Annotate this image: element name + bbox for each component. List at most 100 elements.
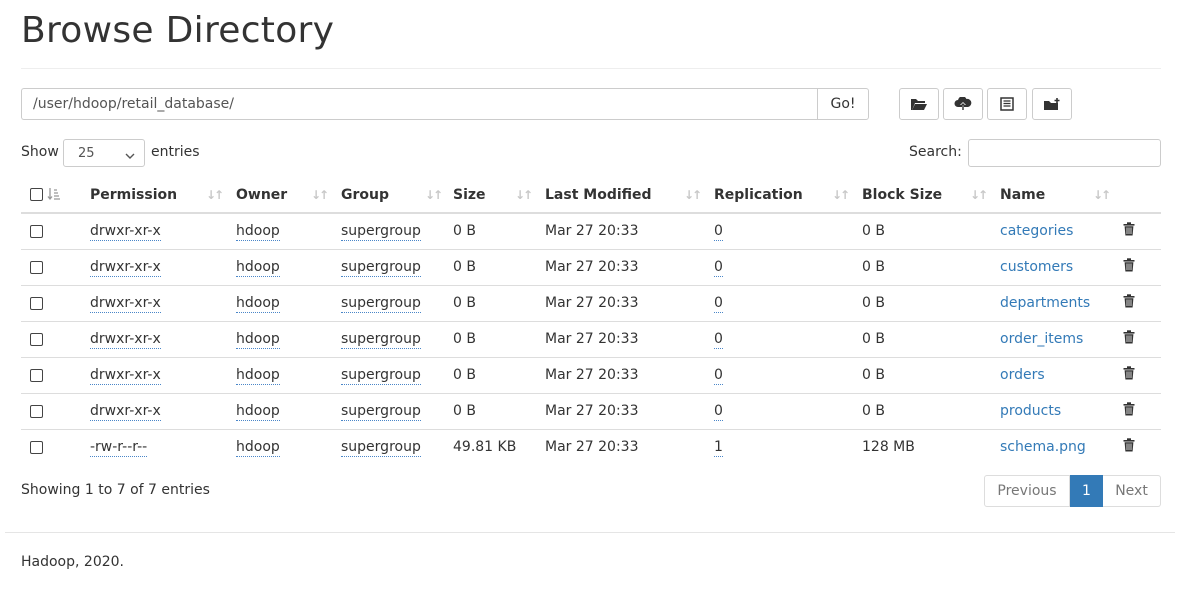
replication-value[interactable]: 0 [714,367,723,385]
group-value[interactable]: supergroup [341,439,421,458]
folder-open-icon [910,97,928,111]
list-view-button[interactable] [987,88,1027,120]
file-name-link[interactable]: orders [1000,367,1045,383]
row-select-cell [21,320,49,357]
group-value[interactable]: supergroup [341,403,421,421]
column-header-permission[interactable]: Permission ↓↑ [90,177,236,214]
size-cell: 0 B [453,223,476,240]
previous-page-button[interactable]: Previous [984,475,1070,507]
permission-value[interactable]: drwxr-xr-x [90,223,161,242]
size-cell: 0 B [453,392,545,429]
file-name-link[interactable]: customers [1000,259,1073,275]
sort-arrows-icon: ↓↑ [1093,188,1111,202]
row-checkbox[interactable] [30,296,43,310]
replication-value[interactable]: 0 [714,403,723,421]
row-checkbox[interactable] [30,224,43,238]
search-label: Search: [909,144,962,160]
block-size-cell: 128 MB [862,428,1000,465]
file-name-link[interactable]: categories [1000,223,1073,239]
trash-icon[interactable] [1123,330,1135,348]
replication-value[interactable]: 1 [714,439,723,458]
permission-cell: drwxr-xr-x [90,248,236,285]
owner-value[interactable]: hdoop [236,367,280,385]
file-name-link[interactable]: order_items [1000,331,1083,347]
select-all-checkbox[interactable] [30,188,43,201]
group-value[interactable]: supergroup [341,367,421,385]
actions-cell [1123,284,1161,321]
permission-value[interactable]: drwxr-xr-x [90,403,161,421]
empty-cell [49,213,90,249]
column-header-owner[interactable]: Owner ↓↑ [236,177,341,214]
create-folder-button[interactable] [1032,88,1072,120]
search-input[interactable] [968,139,1161,167]
row-select-cell [21,392,49,429]
permission-cell: -rw-r--r-- [90,428,236,465]
file-name-link[interactable]: products [1000,403,1061,419]
trash-icon[interactable] [1123,294,1135,312]
column-header-last-modified[interactable]: Last Modified ↓↑ [545,177,714,214]
owner-value[interactable]: hdoop [236,259,280,277]
row-checkbox[interactable] [30,332,43,346]
replication-value[interactable]: 0 [714,331,723,349]
trash-icon[interactable] [1123,366,1135,384]
trash-icon[interactable] [1123,438,1135,456]
chevron-down-icon [125,149,135,164]
owner-value[interactable]: hdoop [236,295,280,313]
go-button[interactable]: Go! [817,88,869,120]
entries-per-page-select[interactable]: 25 [63,139,145,167]
permission-value[interactable]: drwxr-xr-x [90,259,161,277]
group-value[interactable]: supergroup [341,259,421,277]
page-1-button[interactable]: 1 [1070,475,1103,507]
table-info: Showing 1 to 7 of 7 entries [21,482,210,498]
group-value[interactable]: supergroup [341,223,421,242]
modified-cell: Mar 27 20:33 [545,428,714,465]
next-page-button[interactable]: Next [1103,475,1161,507]
block-size-cell: 0 B [862,392,1000,429]
name-cell: categories [1000,213,1123,249]
row-checkbox[interactable] [30,260,43,274]
sort-column-header[interactable] [47,177,90,214]
modified-cell: Mar 27 20:33 [545,284,714,321]
owner-cell: hdoop [236,428,341,465]
owner-value[interactable]: hdoop [236,403,280,421]
group-value[interactable]: supergroup [341,331,421,349]
replication-cell: 0 [714,284,862,321]
sort-arrows-icon: ↓↑ [515,188,533,202]
row-checkbox[interactable] [30,368,43,382]
browse-folder-button[interactable] [899,88,939,120]
column-header-name[interactable]: Name ↓↑ [1000,177,1123,214]
row-checkbox[interactable] [30,440,43,454]
column-header-group[interactable]: Group ↓↑ [341,177,453,214]
trash-icon[interactable] [1123,402,1135,420]
replication-cell: 1 [714,428,862,465]
file-name-link[interactable]: departments [1000,295,1090,311]
permission-value[interactable]: -rw-r--r-- [90,439,148,458]
owner-value[interactable]: hdoop [236,331,280,349]
replication-value[interactable]: 0 [714,259,723,277]
permission-cell: drwxr-xr-x [90,392,236,429]
modified-cell: Mar 27 20:33 [545,223,639,240]
trash-icon[interactable] [1123,258,1135,276]
replication-value[interactable]: 0 [714,223,723,242]
file-name-link[interactable]: schema.png [1000,439,1086,455]
owner-value[interactable]: hdoop [236,223,280,242]
permission-value[interactable]: drwxr-xr-x [90,295,161,313]
directory-path-input[interactable] [21,88,817,120]
row-checkbox[interactable] [30,404,43,418]
block-size-cell: 0 B [862,356,1000,393]
replication-value[interactable]: 0 [714,295,723,313]
sort-arrows-icon: ↓↑ [311,188,329,202]
upload-file-button[interactable] [943,88,983,120]
group-value[interactable]: supergroup [341,295,421,313]
empty-cell [49,428,90,465]
permission-value[interactable]: drwxr-xr-x [90,367,161,385]
owner-cell: hdoop [236,213,341,249]
empty-cell [49,248,90,285]
permission-value[interactable]: drwxr-xr-x [90,331,161,349]
column-header-size[interactable]: Size ↓↑ [453,177,545,214]
trash-icon[interactable] [1123,222,1135,240]
column-header-block-size[interactable]: Block Size ↓↑ [862,177,1000,214]
column-header-replication[interactable]: Replication ↓↑ [714,177,862,214]
replication-cell: 0 [714,392,862,429]
owner-value[interactable]: hdoop [236,439,280,458]
